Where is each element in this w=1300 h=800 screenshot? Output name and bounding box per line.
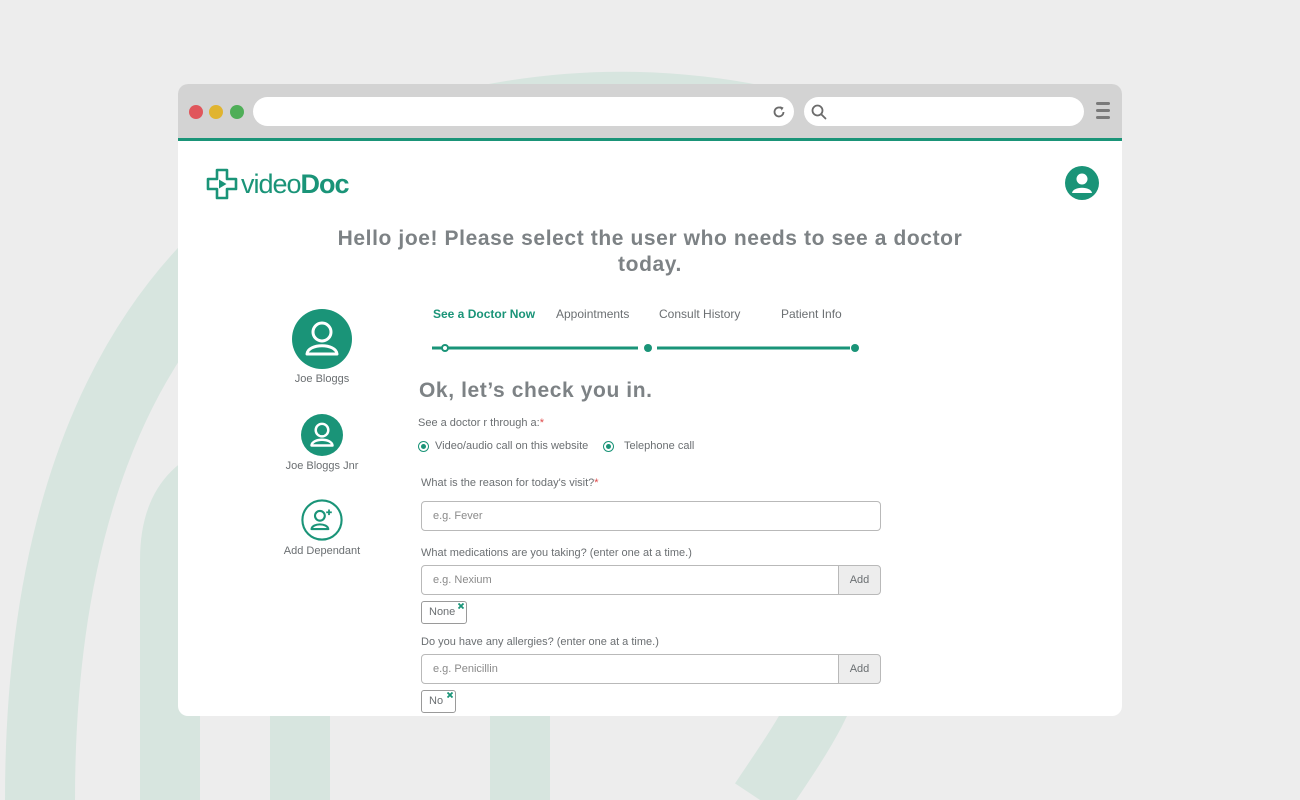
allergies-input[interactable]: e.g. Penicillin: [421, 654, 840, 684]
user-label: Add Dependant: [283, 545, 361, 557]
minimize-window-button[interactable]: [209, 105, 223, 119]
medications-label: What medications are you taking? (enter …: [421, 547, 692, 559]
medication-tag[interactable]: None: [421, 601, 467, 624]
page-greeting: Hello joe! Please select the user who ne…: [337, 227, 963, 276]
tab-consult-history[interactable]: Consult History: [659, 307, 740, 321]
user-avatar-icon: [292, 309, 352, 369]
checkin-title: Ok, let’s check you in.: [419, 379, 653, 402]
hamburger-menu-icon[interactable]: [1096, 102, 1110, 120]
add-dependant-button[interactable]: Add Dependant: [275, 499, 369, 557]
tab-see-a-doctor-now[interactable]: See a Doctor Now: [433, 307, 535, 321]
remove-tag-icon[interactable]: [458, 603, 464, 609]
medical-cross-play-icon: [206, 168, 238, 200]
tab-patient-info[interactable]: Patient Info: [781, 307, 842, 321]
user-avatar-icon: [301, 414, 343, 456]
reason-label: What is the reason for today's visit?*: [421, 477, 599, 489]
address-bar[interactable]: [253, 97, 794, 126]
brand-logo[interactable]: videoDoc: [205, 166, 350, 202]
radio-selected-icon: [603, 440, 614, 452]
allergies-label: Do you have any allergies? (enter one at…: [421, 636, 659, 648]
reload-icon[interactable]: [770, 103, 788, 121]
user-joe-bloggs[interactable]: Joe Bloggs: [282, 309, 362, 385]
browser-toolbar: [178, 84, 1122, 141]
browser-search-bar[interactable]: [804, 97, 1084, 126]
tab-appointments[interactable]: Appointments: [556, 307, 629, 321]
add-user-icon: [301, 499, 343, 541]
add-medication-button[interactable]: Add: [838, 565, 881, 595]
remove-tag-icon[interactable]: [447, 692, 453, 698]
reason-input[interactable]: e.g. Fever: [421, 501, 881, 531]
user-joe-bloggs-jnr[interactable]: Joe Bloggs Jnr: [275, 414, 369, 472]
method-label: See a doctor r through a:*: [418, 417, 544, 429]
medications-input[interactable]: e.g. Nexium: [421, 565, 840, 595]
radio-selected-icon: [418, 440, 429, 452]
user-label: Joe Bloggs: [294, 373, 350, 385]
brand-name-part2: Doc: [300, 168, 350, 199]
radio-video-call[interactable]: Video/audio call on this website: [418, 440, 588, 452]
progress-stepper: [432, 344, 859, 352]
add-allergy-button[interactable]: Add: [838, 654, 881, 684]
close-window-button[interactable]: [189, 105, 203, 119]
profile-icon[interactable]: [1065, 166, 1099, 200]
maximize-window-button[interactable]: [230, 105, 244, 119]
allergy-tag[interactable]: No: [421, 690, 456, 713]
search-icon: [811, 104, 827, 120]
radio-telephone-call[interactable]: Telephone call: [603, 440, 694, 452]
browser-window: videoDoc Hello joe! Please select the us…: [178, 84, 1122, 716]
brand-name-part1: video: [241, 168, 302, 199]
user-label: Joe Bloggs Jnr: [285, 460, 359, 472]
